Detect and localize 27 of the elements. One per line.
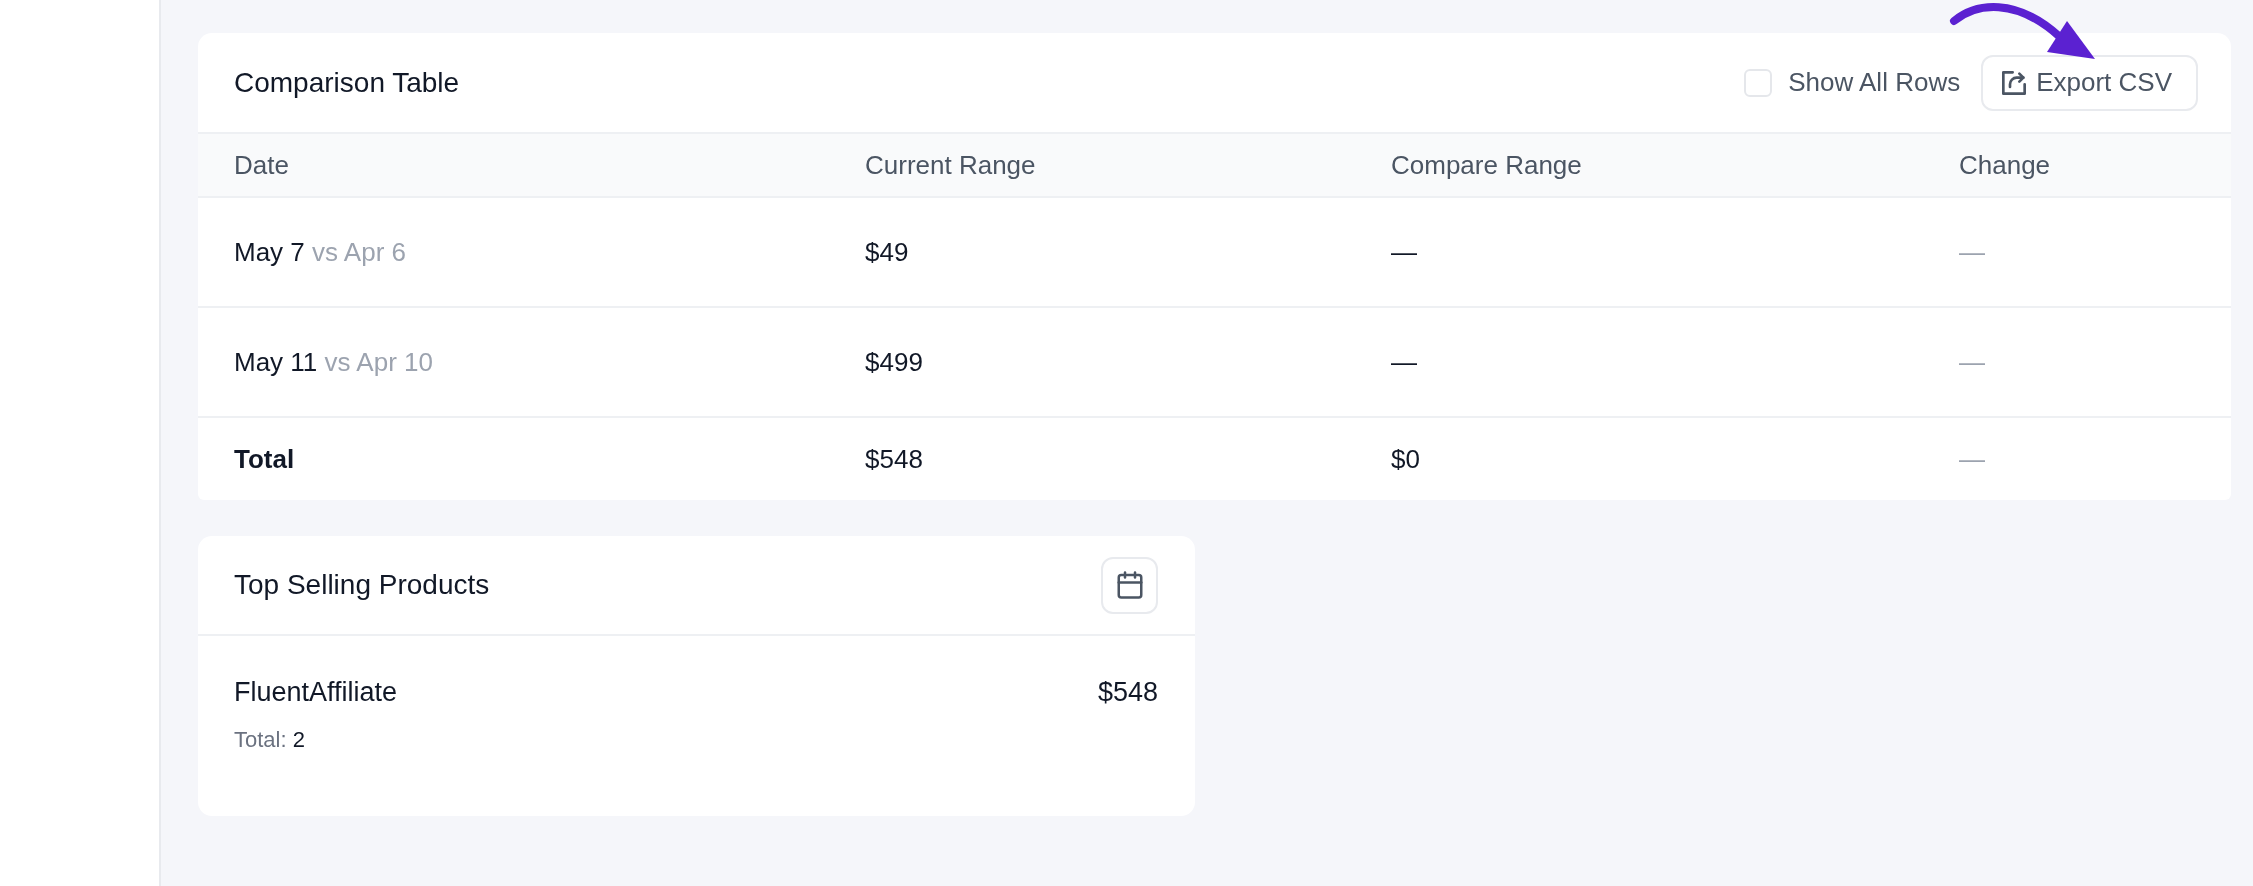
checkbox-label: Show All Rows — [1788, 66, 1961, 99]
column-header: Change — [1959, 149, 2051, 180]
table-cell: $499 — [865, 346, 923, 377]
date-cell: May 7 vs Apr 6 — [234, 236, 406, 267]
card-title: Comparison Table — [234, 65, 460, 100]
table-cell: — — [1959, 346, 1985, 377]
table-cell: — — [1391, 346, 1417, 377]
card-title: Top Selling Products — [234, 568, 490, 602]
product-total: Total: 2 — [234, 725, 306, 754]
table-cell: — — [1959, 443, 1985, 474]
calendar-icon — [1114, 570, 1145, 600]
column-header: Current Range — [865, 149, 1036, 180]
product-name: FluentAffiliate — [234, 676, 398, 709]
date-cell: May 11 vs Apr 10 — [234, 346, 433, 377]
export-icon — [2002, 70, 2027, 95]
table-cell: $0 — [1391, 443, 1420, 474]
table-cell: — — [1959, 236, 1985, 267]
column-header: Date — [234, 149, 289, 180]
column-header: Compare Range — [1391, 149, 1582, 180]
show-all-rows-checkbox[interactable] — [1744, 68, 1773, 97]
export-csv-button[interactable]: Export CSV — [1981, 54, 2198, 111]
product-amount: $548 — [1097, 676, 1158, 709]
table-cell: $49 — [865, 236, 909, 267]
total-label: Total — [234, 443, 295, 474]
table-cell: $548 — [865, 443, 923, 474]
calendar-button[interactable] — [1101, 556, 1158, 614]
table-cell: — — [1391, 236, 1417, 267]
